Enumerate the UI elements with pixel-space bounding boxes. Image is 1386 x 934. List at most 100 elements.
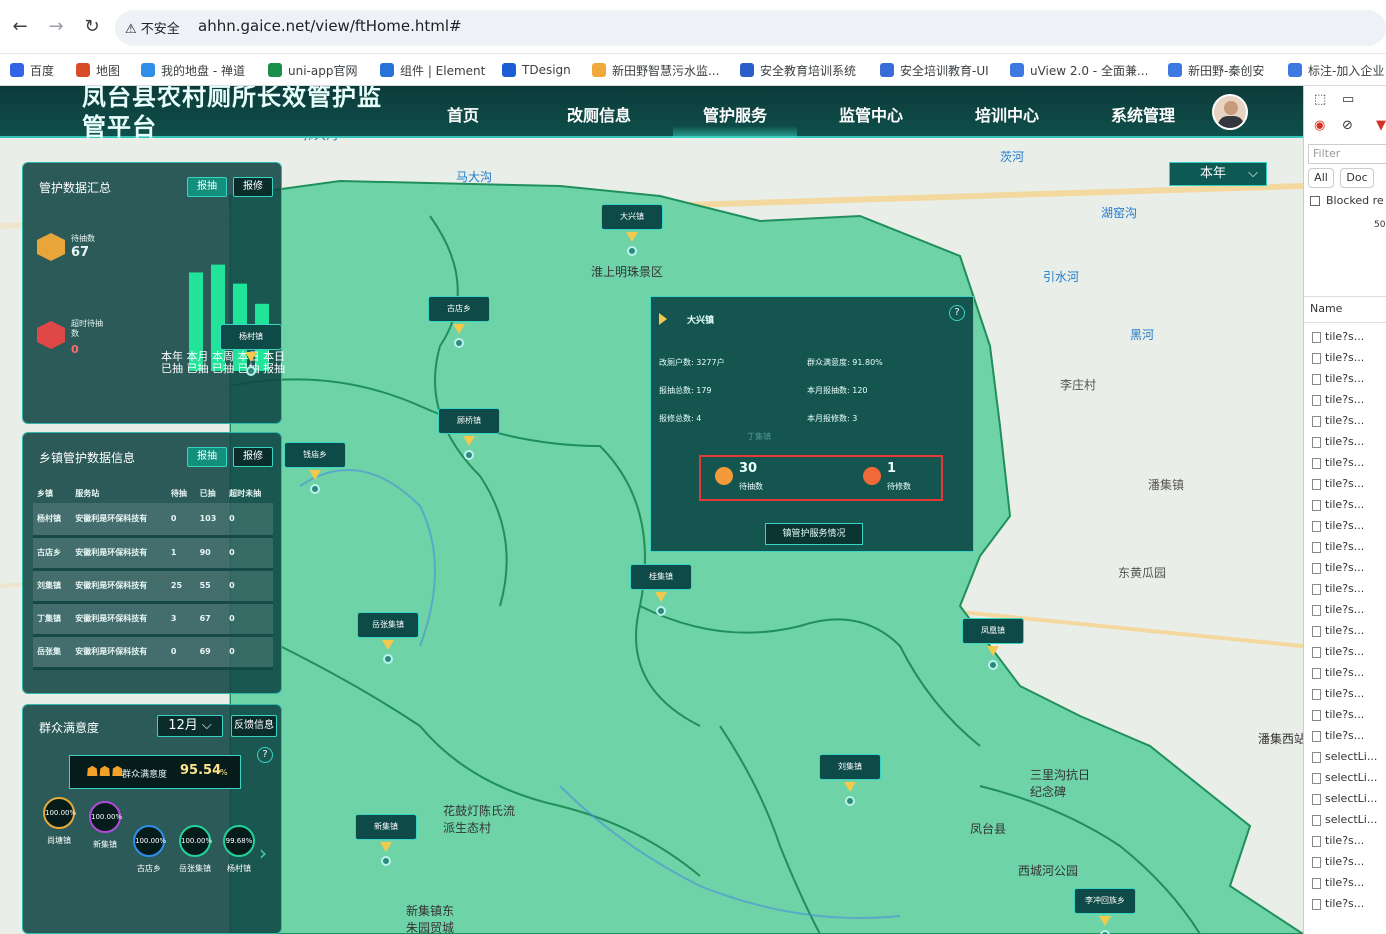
nav-maintenance-service[interactable]: 管护服务 <box>703 102 767 126</box>
request-item[interactable]: tile?s... <box>1312 330 1364 343</box>
inspect-icon[interactable]: ⬚ <box>1314 92 1326 107</box>
bookmark-item[interactable]: 我的地盘 - 禅道 <box>141 60 245 80</box>
map-pin-11[interactable]: 李冲回族乡 <box>1074 888 1136 914</box>
request-item[interactable]: tile?s... <box>1312 729 1364 742</box>
nav-supervision[interactable]: 监管中心 <box>839 102 903 126</box>
record-icon[interactable]: ◉ <box>1314 118 1325 133</box>
map-pin-10[interactable]: 新集镇 <box>355 814 417 840</box>
bookmark-item[interactable]: uni-app官网 <box>268 60 357 80</box>
town-satisfaction-circle[interactable]: 100.00% <box>133 825 166 857</box>
request-item[interactable]: tile?s... <box>1312 708 1364 721</box>
nav-training[interactable]: 培训中心 <box>975 102 1039 126</box>
request-item[interactable]: tile?s... <box>1312 435 1364 448</box>
town-pump-tab-button[interactable]: 报抽 <box>187 447 227 467</box>
nav-toilet-info[interactable]: 改厕信息 <box>567 102 631 126</box>
request-item[interactable]: tile?s... <box>1312 414 1364 427</box>
request-item[interactable]: tile?s... <box>1312 603 1364 616</box>
request-item[interactable]: tile?s... <box>1312 498 1364 511</box>
map-pin-1[interactable]: 大兴镇 <box>601 204 663 230</box>
map-pin-4[interactable]: 钱庙乡 <box>284 442 346 468</box>
request-item[interactable]: tile?s... <box>1312 477 1364 490</box>
table-row[interactable]: 杨村镇 安徽利是环保科技有 0 103 0 <box>33 503 273 536</box>
blocked-checkbox[interactable] <box>1310 196 1320 206</box>
table-row[interactable]: 岳张集 安徽利是环保科技有 0 69 0 <box>33 635 273 668</box>
back-icon[interactable]: ← <box>8 16 32 37</box>
town-service-button[interactable]: 镇管护服务情况 <box>765 523 863 545</box>
request-item[interactable]: tile?s... <box>1312 624 1364 637</box>
devtools-tab-doc[interactable]: Doc <box>1340 168 1374 188</box>
name-column-header[interactable]: Name <box>1310 302 1342 315</box>
map-pin-9[interactable]: 刘集镇 <box>819 754 881 780</box>
request-item[interactable]: tile?s... <box>1312 561 1364 574</box>
chevron-down-icon: ⌵ <box>201 718 212 733</box>
feedback-button[interactable]: 反馈信息 <box>231 715 277 737</box>
request-item[interactable]: selectLi... <box>1312 750 1377 763</box>
reload-icon[interactable]: ↻ <box>80 16 104 37</box>
map-pin-8[interactable]: 凤凰镇 <box>962 618 1024 644</box>
table-row[interactable]: 古店乡 安徽利是环保科技有 1 90 0 <box>33 536 273 569</box>
bookmark-item[interactable]: 标注-加入企业 <box>1288 60 1384 80</box>
forward-icon[interactable]: → <box>44 16 68 37</box>
avatar[interactable] <box>1212 94 1248 130</box>
town-satisfaction-circle[interactable]: 99.68% <box>223 825 255 857</box>
bar-chart-labels: 本年 本月 本周 本日 本日 已抽 已抽 已抽 已抽 报抽 <box>161 350 285 375</box>
month-select[interactable]: 12月 ⌵ <box>157 715 223 737</box>
map-pin-6[interactable]: 岳张集镇 <box>357 612 419 638</box>
bookmark-item[interactable]: 百度 <box>10 60 54 80</box>
town-satisfaction-circle[interactable]: 100.00% <box>179 825 212 857</box>
pending-value: 67 <box>71 245 90 260</box>
bookmark-item[interactable]: 组件 | Element <box>380 60 485 80</box>
bookmark-item[interactable]: TDesign <box>502 60 571 80</box>
pin-dot-icon <box>656 606 666 616</box>
nav-home[interactable]: 首页 <box>447 102 479 126</box>
request-item[interactable]: tile?s... <box>1312 855 1364 868</box>
bookmark-item[interactable]: 新田野智慧污水监... <box>592 60 719 80</box>
request-item[interactable]: tile?s... <box>1312 876 1364 889</box>
bookmark-item[interactable]: 安全教育培训系统 <box>740 60 856 80</box>
bookmark-item[interactable]: 新田野-秦创安 <box>1168 60 1264 80</box>
filter-icon[interactable]: ▼ <box>1376 118 1386 133</box>
pump-tab-button[interactable]: 报抽 <box>187 177 227 197</box>
nav-system[interactable]: 系统管理 <box>1111 102 1175 126</box>
request-item[interactable]: tile?s... <box>1312 834 1364 847</box>
repair-tab-button[interactable]: 报修 <box>233 177 273 197</box>
insecure-indicator[interactable]: ⚠ 不安全 <box>125 18 180 37</box>
bookmark-item[interactable]: 安全培训教育-UI <box>880 60 989 80</box>
map-pin-5[interactable]: 杨村镇 <box>220 324 282 350</box>
help-icon[interactable]: ? <box>257 747 273 763</box>
table-row[interactable]: 丁集镇 安徽利是环保科技有 3 67 0 <box>33 602 273 635</box>
request-item[interactable]: tile?s... <box>1312 645 1364 658</box>
request-item[interactable]: tile?s... <box>1312 687 1364 700</box>
request-item[interactable]: tile?s... <box>1312 519 1364 532</box>
request-item[interactable]: selectLi... <box>1312 792 1377 805</box>
devtools-filter-input[interactable]: Filter <box>1308 144 1386 164</box>
bookmark-item[interactable]: uView 2.0 - 全面兼... <box>1010 60 1148 80</box>
devtools-tab-all[interactable]: All <box>1308 168 1334 188</box>
request-item[interactable]: selectLi... <box>1312 813 1377 826</box>
request-item[interactable]: tile?s... <box>1312 351 1364 364</box>
request-item[interactable]: tile?s... <box>1312 666 1364 679</box>
pending-repair-label: 待修数 <box>887 482 911 491</box>
request-item[interactable]: selectLi... <box>1312 771 1377 784</box>
popup-help-icon[interactable]: ? <box>949 305 965 321</box>
town-satisfaction-circle[interactable]: 100.00% <box>43 797 76 829</box>
table-row[interactable]: 刘集镇 安徽利是环保科技有 25 55 0 <box>33 569 273 602</box>
map-pin-3[interactable]: 顾桥镇 <box>438 408 500 434</box>
pump-total-value: 179 <box>696 386 712 395</box>
request-item[interactable]: tile?s... <box>1312 540 1364 553</box>
request-item[interactable]: tile?s... <box>1312 456 1364 469</box>
request-item[interactable]: tile?s... <box>1312 582 1364 595</box>
request-item[interactable]: tile?s... <box>1312 393 1364 406</box>
map-pin-2[interactable]: 古店乡 <box>428 296 490 322</box>
chevron-right-icon[interactable]: › <box>259 841 267 865</box>
town-repair-tab-button[interactable]: 报修 <box>233 447 273 467</box>
bookmark-item[interactable]: 地图 <box>76 60 120 80</box>
year-select[interactable]: 本年 ⌵ <box>1169 162 1267 186</box>
town-satisfaction-circle[interactable]: 100.00% <box>89 801 122 833</box>
device-icon[interactable]: ▭ <box>1342 92 1354 107</box>
clear-icon[interactable]: ⊘ <box>1342 118 1353 133</box>
map-pin-7[interactable]: 桂集镇 <box>630 564 692 590</box>
url-text[interactable]: ahhn.gaice.net/view/ftHome.html# <box>198 17 462 35</box>
request-item[interactable]: tile?s... <box>1312 372 1364 385</box>
request-item[interactable]: tile?s... <box>1312 897 1364 910</box>
